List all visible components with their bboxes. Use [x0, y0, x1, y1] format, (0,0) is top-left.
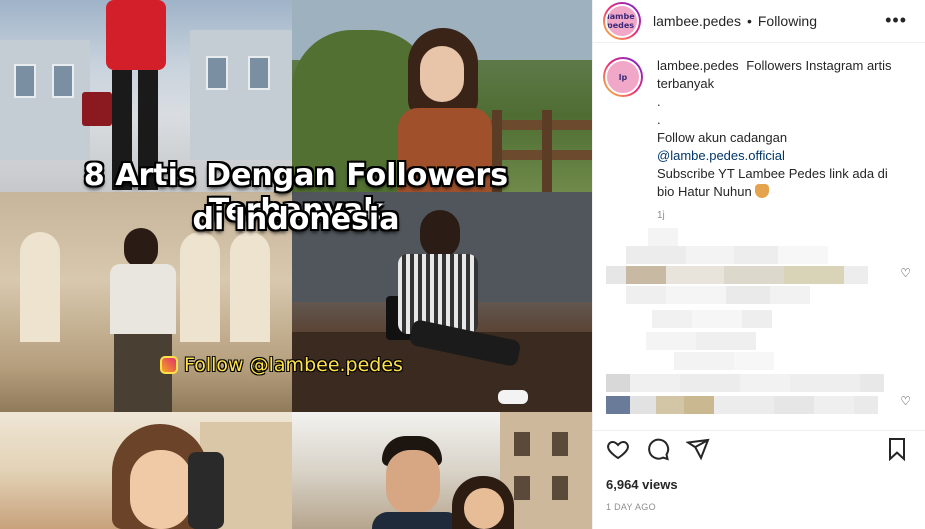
post-actions-bar — [592, 430, 925, 464]
comment-heart-icon-1[interactable]: ♡ — [900, 266, 911, 280]
caption-dot2: . — [657, 112, 661, 127]
caption-text: lambee.pedes Followers Instagram artis t… — [657, 57, 897, 225]
overlay-title-line2: di Indonesia — [192, 202, 400, 237]
follow-badge: Follow @lambee.pedes — [160, 354, 403, 376]
caption-avatar-logo: lp — [618, 72, 628, 82]
comment-heart-icon-2[interactable]: ♡ — [900, 394, 911, 408]
phone-in-hand — [188, 452, 224, 529]
follow-badge-text: Follow @lambee.pedes — [184, 354, 403, 376]
header-username[interactable]: lambee.pedes — [653, 13, 741, 29]
post-timestamp[interactable]: 1 DAY AGO — [606, 502, 656, 512]
comment-blurred-1 — [606, 228, 906, 308]
caption-time: 1j — [657, 210, 665, 221]
caption-line3: Subscribe YT Lambee Pedes link ada di bi… — [657, 166, 888, 199]
more-horizontal-icon[interactable]: ••• — [885, 10, 907, 31]
caption-username[interactable]: lambee.pedes — [657, 58, 739, 73]
views-count[interactable]: 6,964 views — [606, 477, 678, 492]
comment-blurred-2 — [606, 310, 906, 420]
person-woman-arches — [108, 228, 178, 412]
post-media[interactable]: 8 Artis Dengan Followers Terbanyak di In… — [0, 0, 592, 529]
following-button[interactable]: Following — [758, 13, 817, 29]
post-header: lambe pedes lambee.pedes • Following ••• — [593, 0, 925, 43]
caption: lp lambee.pedes Followers Instagram arti… — [593, 43, 925, 225]
folded-hands-icon — [755, 184, 770, 198]
send-icon[interactable] — [685, 437, 710, 466]
person-man-street — [372, 436, 462, 529]
heart-icon[interactable] — [606, 437, 630, 466]
profile-avatar[interactable]: lambe pedes — [603, 2, 641, 40]
caption-dot1: . — [657, 94, 661, 109]
person-woman-bench — [380, 210, 530, 410]
caption-line2: Follow akun cadangan — [657, 130, 788, 145]
caption-avatar[interactable]: lp — [603, 57, 643, 97]
person-woman-street — [452, 476, 522, 529]
header-separator: • — [746, 13, 752, 29]
instagram-icon — [160, 356, 178, 374]
bookmark-icon[interactable] — [886, 437, 908, 466]
caption-mention-link[interactable]: @lambe.pedes.official — [657, 148, 785, 163]
avatar-logo-text: lambe pedes — [607, 12, 635, 30]
comment-icon[interactable] — [646, 437, 670, 466]
